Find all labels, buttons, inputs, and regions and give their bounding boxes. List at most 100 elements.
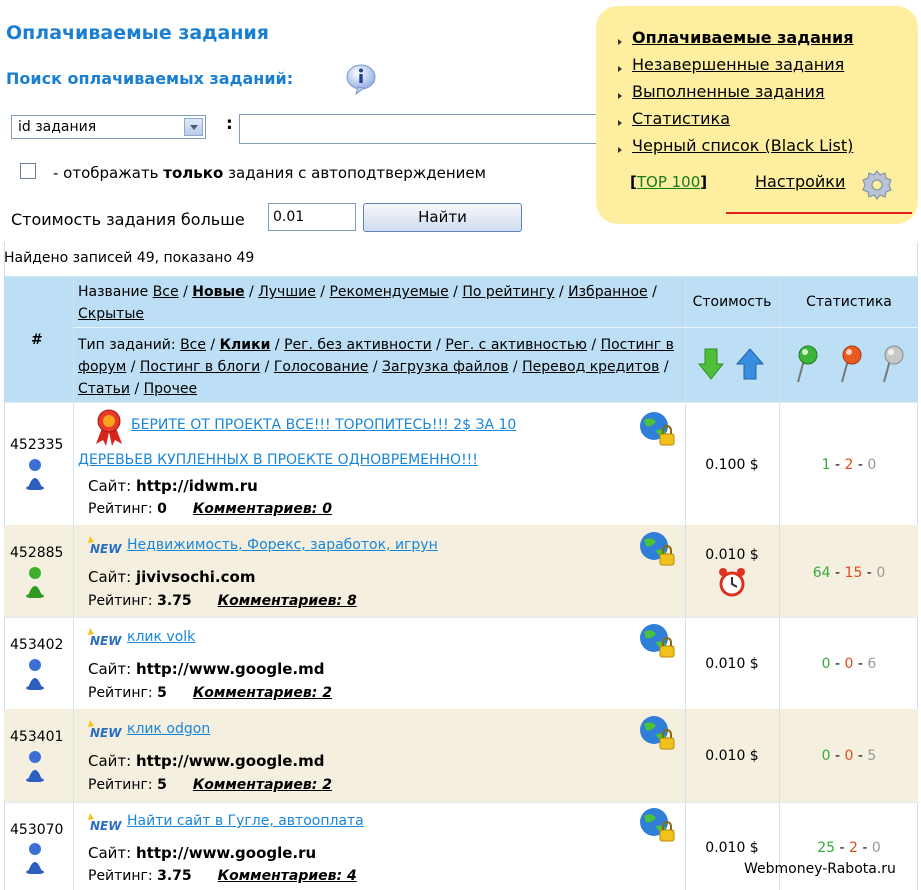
menu-paid-tasks[interactable]: Оплачиваемые задания [632,28,853,47]
task-site: Сайт: jivivsochi.com [88,568,256,586]
page-title: Оплачиваемые задания [6,22,269,44]
type-voting[interactable]: Голосование [274,359,369,375]
watermark: Webmoney-Rabota.ru [744,861,896,877]
filter-new[interactable]: Новые [192,284,244,300]
task-title-link[interactable]: клик volk [127,619,195,656]
menu-completed-tasks[interactable]: Выполненные задания [632,82,825,101]
task-title-link[interactable]: Найти сайт в Гугле, автооплата [127,803,364,840]
task-price: 0.010 $ [705,840,759,856]
task-id: 452885 [10,545,64,561]
menu-unfinished-tasks[interactable]: Незавершенные задания [632,55,844,74]
type-all[interactable]: Все [180,337,206,353]
task-title-link-cont[interactable]: ДЕРЕВЬЕВ КУПЛЕННЫХ В ПРОЕКТЕ ОДНОВРЕМЕНН… [78,442,478,479]
task-rating: Рейтинг: 5 Комментариев: 2 [88,777,332,793]
sort-desc-icon[interactable] [698,347,724,381]
globe-lock-icon [640,808,675,842]
task-stats: 64 - 15 - 0 [812,565,886,581]
user-icon [26,567,44,598]
comments-link[interactable]: Комментариев: 4 [218,868,357,884]
comments-link[interactable]: Комментариев: 2 [193,685,332,701]
task-site: Сайт: http://www.google.ru [88,844,317,862]
autoconfirm-checkbox[interactable] [20,163,36,179]
filter-best[interactable]: Лучшие [258,284,316,300]
menu-blacklist[interactable]: Черный список (Black List) [632,136,853,155]
filter-recommended[interactable]: Рекомендуемые [329,284,448,300]
type-filters: Тип заданий: Все / Клики / Рег. без акти… [78,337,674,397]
task-price: 0.010 $ [705,547,759,563]
gear-icon[interactable] [860,168,894,202]
task-site: Сайт: http://www.google.md [88,752,325,770]
type-blog-posting[interactable]: Постинг в блоги [140,359,260,375]
task-id: 453402 [10,637,64,653]
find-button[interactable]: Найти [363,203,522,232]
filter-by-rating[interactable]: По рейтингу [462,284,554,300]
cost-input[interactable]: 0.01 [268,203,356,231]
comments-link[interactable]: Комментариев: 8 [218,593,357,609]
nav-panel: Оплачиваемые задания Незавершенные задан… [596,6,918,224]
user-icon [26,459,44,490]
green-pin-icon[interactable] [794,344,822,384]
records-found: Найдено записей 49, показано 49 [4,250,255,266]
task-rating: Рейтинг: 0 Комментариев: 0 [88,501,332,517]
menu-statistics[interactable]: Статистика [632,109,730,128]
task-site: Сайт: http://idwm.ru [88,477,258,495]
task-title-link[interactable]: клик odgon [127,711,210,748]
task-title-link[interactable]: Недвижимость, Форекс, заработок, игрун [127,527,438,564]
task-id: 453401 [10,729,64,745]
task-id: 453070 [10,822,64,838]
task-rating: Рейтинг: 3.75 Комментариев: 4 [88,868,357,884]
svg-text:NEW: NEW [90,542,122,556]
task-price: 0.100 $ [705,457,759,473]
type-articles[interactable]: Статьи [78,381,130,397]
red-pin-icon[interactable] [838,344,866,384]
search-input[interactable] [239,114,621,144]
colon-separator: : [226,114,233,134]
task-title-link[interactable]: БЕРИТЕ ОТ ПРОЕКТА ВСЕ!!! ТОРОПИТЕСЬ!!! 2… [131,407,516,444]
cost-label: Стоимость задания больше [11,210,245,229]
comments-link[interactable]: Комментариев: 0 [193,501,332,517]
task-rating: Рейтинг: 5 Комментариев: 2 [88,685,332,701]
type-credit-transfer[interactable]: Перевод кредитов [522,359,659,375]
autoconfirm-label: - отображать только задания с автоподтве… [53,164,486,182]
highlight-underline [726,212,912,214]
type-reg-activity[interactable]: Рег. с активностью [445,337,587,353]
gray-pin-icon[interactable] [880,344,908,384]
user-icon [26,751,44,782]
search-field-select[interactable]: id задания [11,115,206,139]
filter-favorites[interactable]: Избранное [568,284,648,300]
svg-text:NEW: NEW [90,819,122,833]
task-id: 452335 [10,437,64,453]
task-stats: 0 - 0 - 6 [821,656,877,672]
task-site: Сайт: http://www.google.md [88,660,325,678]
award-ribbon-icon [96,409,122,446]
type-other[interactable]: Прочее [144,381,197,397]
new-badge-icon: NEW [88,813,122,833]
select-value: id задания [18,119,97,135]
globe-lock-icon [640,716,675,750]
info-icon[interactable] [344,62,378,96]
svg-text:NEW: NEW [90,726,122,740]
sort-asc-icon[interactable] [736,347,764,381]
top100-link[interactable]: TOP 100 [637,173,700,191]
filter-all[interactable]: Все [153,284,179,300]
settings-link[interactable]: Настройки [755,172,845,191]
task-stats: 25 - 2 - 0 [817,840,881,856]
bullet-icon [618,147,622,153]
globe-lock-icon [640,624,675,658]
type-clicks[interactable]: Клики [220,337,271,353]
top100-link-wrap: [TOP 100] [630,173,708,191]
chevron-down-icon[interactable] [184,118,203,136]
type-reg-no-activity[interactable]: Рег. без активности [284,337,432,353]
task-stats: 0 - 0 - 5 [821,748,877,764]
svg-text:NEW: NEW [90,634,122,648]
new-badge-icon: NEW [88,536,122,556]
globe-lock-icon [640,532,675,566]
type-file-upload[interactable]: Загрузка файлов [382,359,508,375]
task-stats: 1 - 2 - 0 [821,457,877,473]
comments-link[interactable]: Комментариев: 2 [193,777,332,793]
new-badge-icon: NEW [88,720,122,740]
task-price: 0.010 $ [705,656,759,672]
alarm-clock-icon [719,568,745,597]
bullet-icon [618,93,622,99]
filter-hidden[interactable]: Скрытые [78,306,144,322]
